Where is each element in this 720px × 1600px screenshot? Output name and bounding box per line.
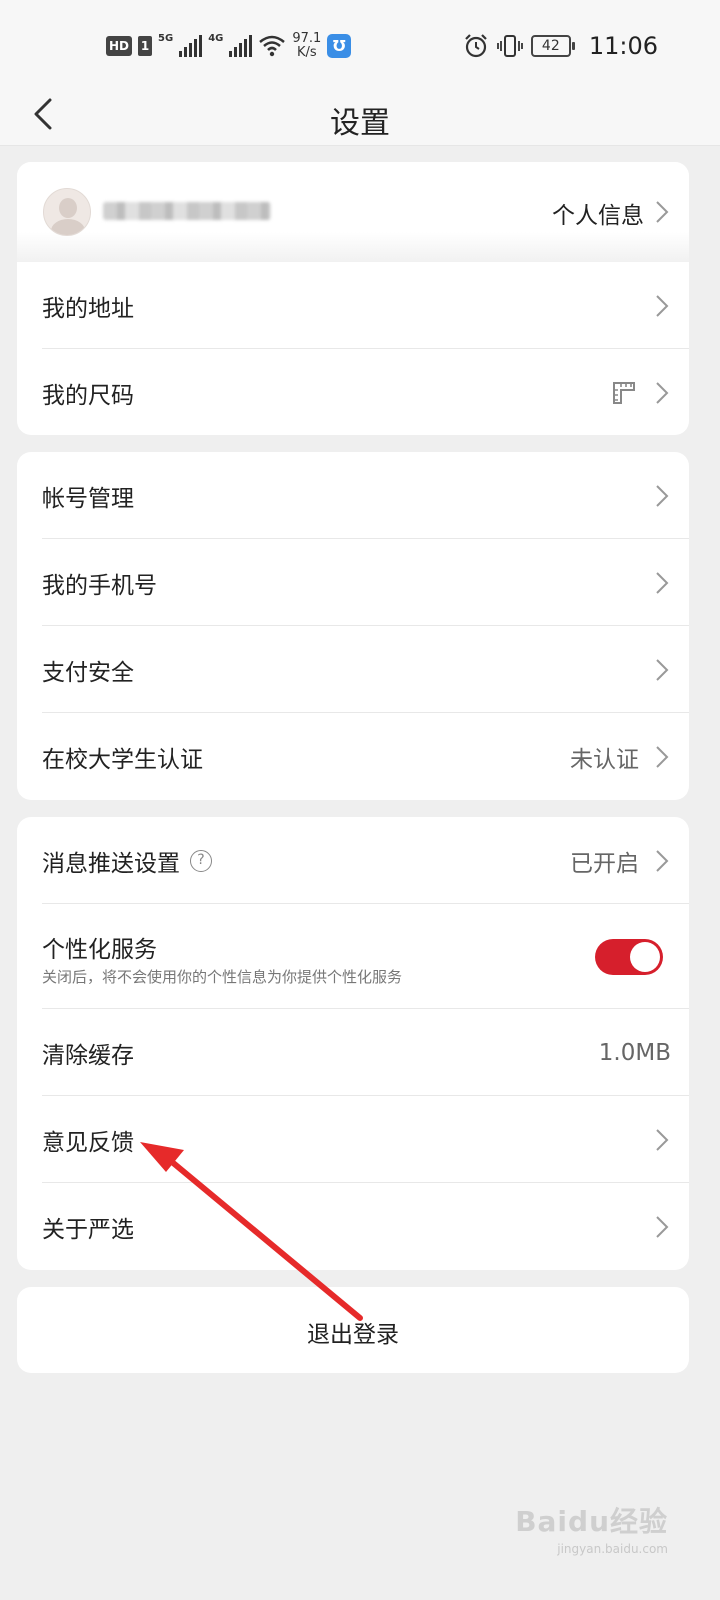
page-title: 设置 <box>330 106 390 141</box>
row-label: 清除缓存 <box>42 1042 134 1069</box>
avatar <box>43 188 91 236</box>
status-left: HD 1 5G 4G 97.1 K/s Ʊ <box>106 30 352 62</box>
vibrate-icon <box>496 35 523 57</box>
row-personalized-service: 个性化服务 关闭后，将不会使用你的个性信息为你提供个性化服务 <box>17 904 689 1009</box>
row-label: 支付安全 <box>42 659 134 686</box>
row-label: 意见反馈 <box>42 1129 134 1156</box>
verification-status: 未认证 <box>570 746 639 773</box>
speed-unit: K/s <box>296 45 317 60</box>
row-my-phone[interactable]: 我的手机号 <box>17 539 689 626</box>
chevron-right-icon <box>656 294 669 317</box>
row-label: 我的手机号 <box>42 572 157 599</box>
row-student-verification[interactable]: 在校大学生认证 未认证 <box>17 713 689 800</box>
network-4g-label: 4G <box>208 32 224 44</box>
chevron-right-icon <box>656 571 669 594</box>
row-label: 在校大学生认证 <box>42 746 203 773</box>
wifi-icon <box>259 35 286 57</box>
row-label: 消息推送设置 <box>42 850 180 877</box>
watermark-sub: jingyan.baidu.com <box>557 1542 668 1556</box>
row-label: 关于严选 <box>42 1216 134 1243</box>
ruler-icon <box>613 381 635 404</box>
account-card: 帐号管理 我的手机号 支付安全 在校大学生认证 未认证 <box>17 452 689 800</box>
profile-row[interactable]: 个人信息 <box>17 162 689 262</box>
row-label: 我的地址 <box>42 295 134 322</box>
row-my-address[interactable]: 我的地址 <box>17 262 689 349</box>
preferences-card: 消息推送设置 ? 已开启 个性化服务 关闭后，将不会使用你的个性信息为你提供个性… <box>17 817 689 1270</box>
status-right: 42 11:06 <box>463 30 658 62</box>
row-account-management[interactable]: 帐号管理 <box>17 452 689 539</box>
app-notification-icon: Ʊ <box>327 34 352 58</box>
row-about[interactable]: 关于严选 <box>17 1183 689 1270</box>
logout-label: 退出登录 <box>307 1322 399 1348</box>
clock: 11:06 <box>588 32 658 60</box>
alarm-icon <box>465 34 487 58</box>
row-feedback[interactable]: 意见反馈 <box>17 1096 689 1183</box>
network-5g-label: 5G <box>158 32 174 44</box>
chevron-right-icon <box>656 849 669 872</box>
network-speed: 97.1 K/s <box>292 32 321 60</box>
row-label: 个性化服务 <box>42 937 157 963</box>
personalization-toggle[interactable] <box>595 939 663 975</box>
row-label-wrap: 消息推送设置 ? <box>42 844 212 878</box>
help-icon[interactable]: ? <box>190 849 212 872</box>
watermark-main: Baidu经验 <box>515 1505 668 1538</box>
push-status: 已开启 <box>570 850 639 877</box>
row-payment-security[interactable]: 支付安全 <box>17 626 689 713</box>
chevron-right-icon <box>656 1128 669 1151</box>
cache-size: 1.0MB <box>598 1039 671 1066</box>
status-bar: HD 1 5G 4G 97.1 K/s Ʊ 42 11:06 <box>0 0 720 92</box>
signal-4g-icon <box>229 35 253 57</box>
hd-badge: HD <box>106 36 133 56</box>
row-label: 帐号管理 <box>42 485 134 512</box>
row-my-size[interactable]: 我的尺码 <box>17 349 689 435</box>
chevron-right-icon <box>656 201 669 223</box>
logout-button[interactable]: 退出登录 <box>17 1287 689 1373</box>
chevron-right-icon <box>656 381 669 404</box>
profile-card: 个人信息 我的地址 我的尺码 <box>17 162 689 435</box>
sim-badge: 1 <box>138 36 153 56</box>
chevron-right-icon <box>656 745 669 768</box>
nav-header: 设置 <box>0 92 720 146</box>
battery-icon: 42 <box>530 35 575 57</box>
row-clear-cache[interactable]: 清除缓存 1.0MB <box>17 1009 689 1096</box>
speed-value: 97.1 <box>292 31 322 46</box>
watermark: Baidu经验 jingyan.baidu.com <box>515 1500 668 1556</box>
chevron-right-icon <box>656 1215 669 1238</box>
chevron-right-icon <box>656 484 669 507</box>
row-sublabel: 关闭后，将不会使用你的个性信息为你提供个性化服务 <box>42 968 403 986</box>
toggle-knob <box>630 942 660 972</box>
username-blurred <box>103 202 271 220</box>
signal-5g-icon <box>179 35 203 57</box>
row-push-settings[interactable]: 消息推送设置 ? 已开启 <box>17 817 689 904</box>
personal-info-link[interactable]: 个人信息 <box>552 196 644 230</box>
row-label: 我的尺码 <box>42 382 134 409</box>
battery-level: 42 <box>541 38 560 54</box>
chevron-right-icon <box>656 658 669 681</box>
